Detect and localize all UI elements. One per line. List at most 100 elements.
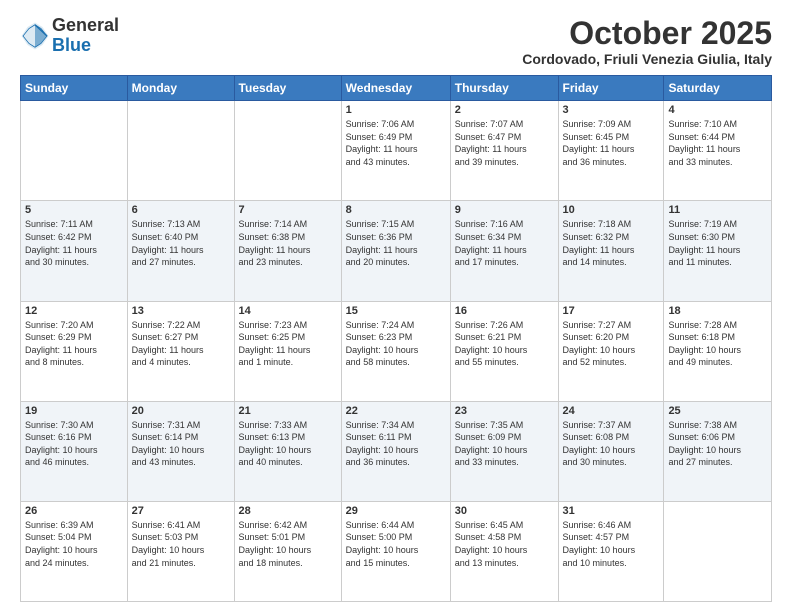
day-number: 13	[132, 305, 230, 317]
col-saturday: Saturday	[664, 76, 772, 101]
day-info: Sunrise: 7:38 AM Sunset: 6:06 PM Dayligh…	[668, 419, 767, 469]
calendar-cell: 15Sunrise: 7:24 AM Sunset: 6:23 PM Dayli…	[341, 301, 450, 401]
day-number: 9	[455, 204, 554, 216]
col-monday: Monday	[127, 76, 234, 101]
calendar-week-4: 26 Sunrise: 6:39 AM Sunset: 5:04 PM Dayli…	[21, 501, 772, 601]
day-number: 23	[455, 405, 554, 417]
calendar-cell	[664, 501, 772, 601]
day-number: 21	[239, 405, 337, 417]
calendar-week-3: 19 Sunrise: 7:30 AM Sunset: 6:16 PM Dayli…	[21, 401, 772, 501]
calendar-cell: 23Sunrise: 7:35 AM Sunset: 6:09 PM Dayli…	[450, 401, 558, 501]
day-number: 18	[668, 305, 767, 317]
day-number: 24	[563, 405, 660, 417]
col-thursday: Thursday	[450, 76, 558, 101]
day-number: 31	[563, 505, 660, 517]
calendar-week-1: 5 Sunrise: 7:11 AM Sunset: 6:42 PM Daylig…	[21, 201, 772, 301]
calendar-body: 1 Sunrise: 7:06 AM Sunset: 6:49 PM Daylig…	[21, 101, 772, 602]
day-info: Sunrise: 7:20 AM Sunset: 6:29 PM Dayligh…	[25, 319, 123, 369]
day-info: Sunrise: 7:37 AM Sunset: 6:08 PM Dayligh…	[563, 419, 660, 469]
header: General Blue October 2025 Cordovado, Fri…	[20, 16, 772, 67]
day-info: Sunrise: 7:11 AM Sunset: 6:42 PM Dayligh…	[25, 218, 123, 268]
day-number: 30	[455, 505, 554, 517]
calendar-cell: 8 Sunrise: 7:15 AM Sunset: 6:36 PM Daylig…	[341, 201, 450, 301]
calendar-cell: 14 Sunrise: 7:23 AM Sunset: 6:25 PM Dayli…	[234, 301, 341, 401]
day-number: 28	[239, 505, 337, 517]
day-info: Sunrise: 7:15 AM Sunset: 6:36 PM Dayligh…	[346, 218, 446, 268]
day-info: Sunrise: 7:16 AM Sunset: 6:34 PM Dayligh…	[455, 218, 554, 268]
calendar-cell	[234, 101, 341, 201]
day-number: 22	[346, 405, 446, 417]
day-info: Sunrise: 7:14 AM Sunset: 6:38 PM Dayligh…	[239, 218, 337, 268]
calendar-cell	[21, 101, 128, 201]
day-info: Sunrise: 7:22 AM Sunset: 6:27 PM Dayligh…	[132, 319, 230, 369]
day-info: Sunrise: 7:30 AM Sunset: 6:16 PM Dayligh…	[25, 419, 123, 469]
col-wednesday: Wednesday	[341, 76, 450, 101]
day-info: Sunrise: 6:45 AM Sunset: 4:58 PM Dayligh…	[455, 519, 554, 569]
title-block: October 2025 Cordovado, Friuli Venezia G…	[522, 16, 772, 67]
day-info: Sunrise: 7:34 AM Sunset: 6:11 PM Dayligh…	[346, 419, 446, 469]
day-info: Sunrise: 6:41 AM Sunset: 5:03 PM Dayligh…	[132, 519, 230, 569]
day-info: Sunrise: 7:28 AM Sunset: 6:18 PM Dayligh…	[668, 319, 767, 369]
day-number: 7	[239, 204, 337, 216]
day-info: Sunrise: 7:10 AM Sunset: 6:44 PM Dayligh…	[668, 118, 767, 168]
logo-text: General Blue	[52, 16, 119, 56]
day-info: Sunrise: 7:33 AM Sunset: 6:13 PM Dayligh…	[239, 419, 337, 469]
calendar-cell: 28 Sunrise: 6:42 AM Sunset: 5:01 PM Dayli…	[234, 501, 341, 601]
calendar-cell: 17Sunrise: 7:27 AM Sunset: 6:20 PM Dayli…	[558, 301, 664, 401]
day-info: Sunrise: 7:27 AM Sunset: 6:20 PM Dayligh…	[563, 319, 660, 369]
day-info: Sunrise: 7:18 AM Sunset: 6:32 PM Dayligh…	[563, 218, 660, 268]
day-number: 19	[25, 405, 123, 417]
day-number: 10	[563, 204, 660, 216]
day-info: Sunrise: 7:06 AM Sunset: 6:49 PM Dayligh…	[346, 118, 446, 168]
header-row: Sunday Monday Tuesday Wednesday Thursday…	[21, 76, 772, 101]
day-number: 2	[455, 104, 554, 116]
calendar-cell: 4 Sunrise: 7:10 AM Sunset: 6:44 PM Daylig…	[664, 101, 772, 201]
logo-blue-text: Blue	[52, 36, 119, 56]
logo-general-text: General	[52, 16, 119, 36]
calendar-cell: 10 Sunrise: 7:18 AM Sunset: 6:32 PM Dayli…	[558, 201, 664, 301]
day-info: Sunrise: 7:24 AM Sunset: 6:23 PM Dayligh…	[346, 319, 446, 369]
calendar-cell: 7 Sunrise: 7:14 AM Sunset: 6:38 PM Daylig…	[234, 201, 341, 301]
calendar-cell: 11 Sunrise: 7:19 AM Sunset: 6:30 PM Dayli…	[664, 201, 772, 301]
col-friday: Friday	[558, 76, 664, 101]
day-number: 1	[346, 104, 446, 116]
day-info: Sunrise: 6:42 AM Sunset: 5:01 PM Dayligh…	[239, 519, 337, 569]
day-number: 4	[668, 104, 767, 116]
calendar-cell: 12 Sunrise: 7:20 AM Sunset: 6:29 PM Dayli…	[21, 301, 128, 401]
day-number: 16	[455, 305, 554, 317]
calendar-cell: 19 Sunrise: 7:30 AM Sunset: 6:16 PM Dayli…	[21, 401, 128, 501]
calendar-cell: 2 Sunrise: 7:07 AM Sunset: 6:47 PM Daylig…	[450, 101, 558, 201]
calendar-cell: 9 Sunrise: 7:16 AM Sunset: 6:34 PM Daylig…	[450, 201, 558, 301]
day-info: Sunrise: 6:39 AM Sunset: 5:04 PM Dayligh…	[25, 519, 123, 569]
day-number: 5	[25, 204, 123, 216]
day-number: 6	[132, 204, 230, 216]
day-number: 25	[668, 405, 767, 417]
day-number: 26	[25, 505, 123, 517]
col-tuesday: Tuesday	[234, 76, 341, 101]
calendar-cell: 6 Sunrise: 7:13 AM Sunset: 6:40 PM Daylig…	[127, 201, 234, 301]
calendar-cell: 29Sunrise: 6:44 AM Sunset: 5:00 PM Dayli…	[341, 501, 450, 601]
calendar-cell: 21 Sunrise: 7:33 AM Sunset: 6:13 PM Dayli…	[234, 401, 341, 501]
month-title: October 2025	[522, 16, 772, 51]
day-info: Sunrise: 7:19 AM Sunset: 6:30 PM Dayligh…	[668, 218, 767, 268]
day-number: 3	[563, 104, 660, 116]
calendar-cell: 25 Sunrise: 7:38 AM Sunset: 6:06 PM Dayli…	[664, 401, 772, 501]
day-number: 20	[132, 405, 230, 417]
calendar-cell: 13 Sunrise: 7:22 AM Sunset: 6:27 PM Dayli…	[127, 301, 234, 401]
day-info: Sunrise: 7:23 AM Sunset: 6:25 PM Dayligh…	[239, 319, 337, 369]
day-info: Sunrise: 7:09 AM Sunset: 6:45 PM Dayligh…	[563, 118, 660, 168]
day-number: 11	[668, 204, 767, 216]
day-number: 12	[25, 305, 123, 317]
calendar-week-0: 1 Sunrise: 7:06 AM Sunset: 6:49 PM Daylig…	[21, 101, 772, 201]
calendar-cell: 22 Sunrise: 7:34 AM Sunset: 6:11 PM Dayli…	[341, 401, 450, 501]
page: General Blue October 2025 Cordovado, Fri…	[0, 0, 792, 612]
day-number: 14	[239, 305, 337, 317]
day-info: Sunrise: 7:07 AM Sunset: 6:47 PM Dayligh…	[455, 118, 554, 168]
calendar-table: Sunday Monday Tuesday Wednesday Thursday…	[20, 75, 772, 602]
calendar-cell: 5 Sunrise: 7:11 AM Sunset: 6:42 PM Daylig…	[21, 201, 128, 301]
calendar-cell: 18 Sunrise: 7:28 AM Sunset: 6:18 PM Dayli…	[664, 301, 772, 401]
day-number: 8	[346, 204, 446, 216]
calendar-cell: 24 Sunrise: 7:37 AM Sunset: 6:08 PM Dayli…	[558, 401, 664, 501]
day-info: Sunrise: 7:13 AM Sunset: 6:40 PM Dayligh…	[132, 218, 230, 268]
calendar-cell: 3 Sunrise: 7:09 AM Sunset: 6:45 PM Daylig…	[558, 101, 664, 201]
